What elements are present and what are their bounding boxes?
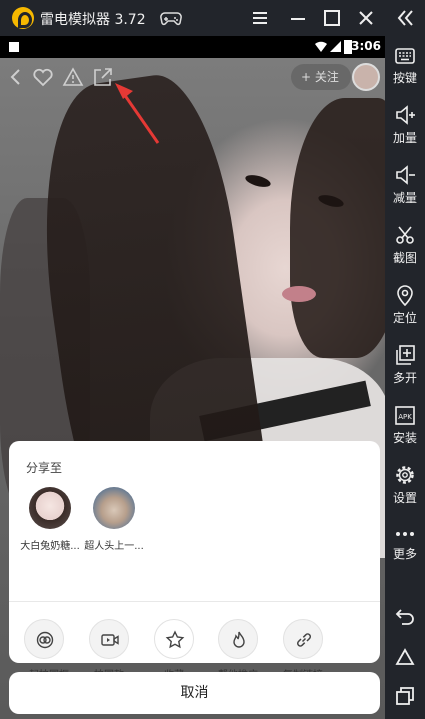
maximize-icon[interactable]: [320, 6, 344, 30]
multi-open-icon: [396, 345, 415, 365]
friend-name: 大白兔奶糖...: [20, 541, 80, 552]
favorite-button[interactable]: [154, 619, 194, 659]
friend-avatar: [29, 487, 71, 529]
recent-apps-icon[interactable]: [394, 685, 416, 707]
sidebar-item-label: 设置: [392, 491, 417, 505]
phone-screen: 3:06 + 关注 分享至 大白兔奶糖... 超人头上一... 取消: [0, 36, 385, 719]
sidebar-item-volume-down[interactable]: 减量: [385, 164, 425, 224]
gamepad-icon[interactable]: [160, 9, 182, 27]
apk-install-icon: APK: [395, 406, 415, 425]
sidebar-item-label: 按键: [392, 71, 417, 85]
friend-name: 超人头上一...: [84, 541, 144, 552]
svg-text:APK: APK: [398, 413, 412, 421]
share-sheet: 分享至 大白兔奶糖... 超人头上一... 一起拍同框: [9, 441, 380, 681]
collapse-sidebar-icon[interactable]: [393, 7, 417, 29]
star-icon: [165, 630, 185, 649]
close-icon[interactable]: [354, 6, 378, 30]
share-friend-item[interactable]: 超人头上一...: [79, 487, 149, 552]
keyboard-icon: [395, 48, 415, 64]
volume-up-icon: [396, 105, 415, 125]
cancel-button[interactable]: 取消: [9, 672, 380, 714]
share-friend-item[interactable]: 大白兔奶糖...: [15, 487, 85, 552]
sidebar-item-multi-open[interactable]: 多开: [385, 344, 425, 404]
emulator-window: 雷电模拟器 3.72 按键 加量 减量 截图 定位 多开 APK 安装 设置 更…: [0, 0, 425, 719]
friend-avatar: [93, 487, 135, 529]
sidebar-item-keymap[interactable]: 按键: [385, 46, 425, 106]
same-style-button[interactable]: [89, 619, 129, 659]
more-icon: [396, 532, 414, 536]
link-icon: [297, 633, 311, 647]
scissors-icon: [396, 226, 414, 244]
annotation-arrow-top: [115, 83, 160, 144]
duet-icon: [36, 631, 54, 649]
sheet-divider: [9, 601, 380, 602]
sidebar-item-volume-up[interactable]: 加量: [385, 104, 425, 164]
sidebar-item-install-apk[interactable]: APK 安装: [385, 404, 425, 464]
video-camera-icon: [101, 634, 119, 646]
app-logo-icon: [12, 7, 34, 29]
emulator-titlebar: 雷电模拟器 3.72: [0, 0, 425, 36]
promote-button[interactable]: [218, 619, 258, 659]
copy-link-button[interactable]: [283, 619, 323, 659]
sidebar-item-label: 加量: [392, 131, 417, 145]
sidebar-item-label: 定位: [392, 311, 417, 325]
sidebar-item-label: 更多: [392, 547, 417, 561]
volume-down-icon: [396, 165, 415, 185]
flame-icon: [233, 631, 245, 648]
sidebar-item-location[interactable]: 定位: [385, 284, 425, 344]
sidebar-item-label: 截图: [392, 251, 417, 265]
emulator-sidebar: 按键 加量 减量 截图 定位 多开 APK 安装 设置 更多: [385, 0, 425, 719]
share-heading: 分享至: [26, 461, 63, 475]
minimize-icon[interactable]: [286, 6, 310, 30]
menu-icon[interactable]: [248, 6, 272, 30]
location-icon: [397, 285, 413, 306]
sidebar-item-label: 多开: [392, 371, 417, 385]
sidebar-item-label: 安装: [392, 431, 417, 445]
sidebar-item-screenshot[interactable]: 截图: [385, 224, 425, 284]
back-icon[interactable]: [394, 605, 416, 627]
sidebar-item-more[interactable]: 更多: [385, 526, 425, 586]
app-title: 雷电模拟器 3.72: [40, 12, 146, 28]
sidebar-item-settings[interactable]: 设置: [385, 464, 425, 524]
sidebar-item-label: 减量: [392, 191, 417, 205]
duet-button[interactable]: [24, 619, 64, 659]
home-icon[interactable]: [394, 646, 416, 668]
gear-icon: [396, 466, 414, 484]
